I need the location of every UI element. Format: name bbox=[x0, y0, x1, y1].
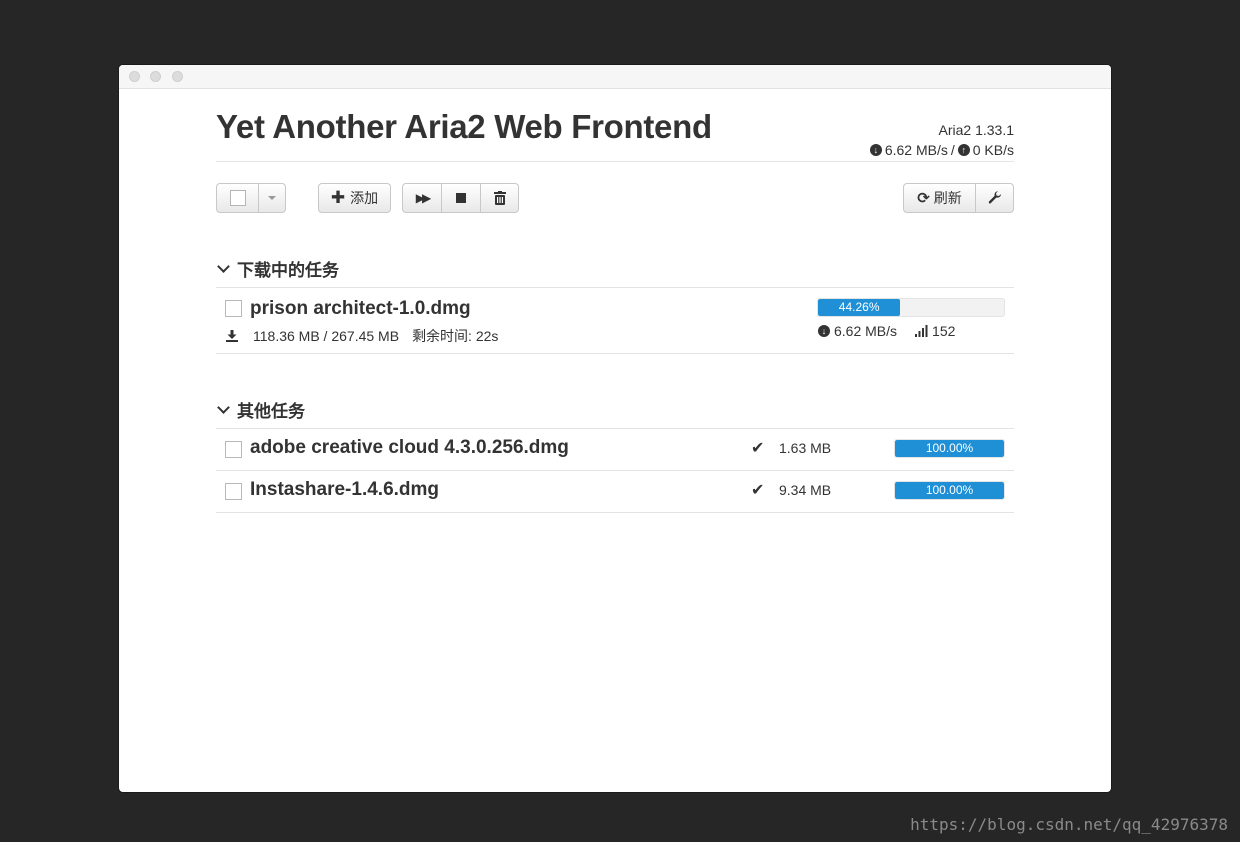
settings-button[interactable] bbox=[975, 184, 1013, 212]
add-task-button[interactable]: ✚ 添加 bbox=[319, 184, 390, 212]
toolbar: ✚ 添加 ▶▶ ⟳ 刷新 bbox=[216, 183, 1014, 215]
add-task-label: 添加 bbox=[350, 190, 379, 206]
minimize-window-button[interactable] bbox=[150, 71, 161, 82]
delete-button[interactable] bbox=[480, 184, 518, 212]
zoom-window-button[interactable] bbox=[172, 71, 183, 82]
download-icon bbox=[226, 330, 238, 342]
close-window-button[interactable] bbox=[129, 71, 140, 82]
task-actions-group: ▶▶ bbox=[402, 183, 519, 213]
task-checkbox[interactable] bbox=[225, 441, 242, 458]
speed-separator: / bbox=[950, 142, 955, 158]
watermark: https://blog.csdn.net/qq_42976378 bbox=[910, 815, 1228, 834]
refresh-icon: ⟳ bbox=[917, 190, 930, 207]
progress-label: 44.26% bbox=[838, 300, 880, 314]
resume-button[interactable]: ▶▶ bbox=[403, 184, 441, 212]
download-speed-icon: ↓ bbox=[869, 144, 882, 156]
select-all-button[interactable] bbox=[217, 184, 258, 212]
active-section-header[interactable]: 下载中的任务 bbox=[216, 257, 1014, 280]
task-row[interactable]: adobe creative cloud 4.3.0.256.dmg ✔ 1.6… bbox=[216, 429, 1014, 471]
task-progress-bar: 100.00% bbox=[894, 439, 1005, 458]
wrench-icon bbox=[988, 191, 1001, 204]
select-group bbox=[216, 183, 286, 213]
window-titlebar bbox=[119, 65, 1111, 89]
upload-speed-icon: ↑ bbox=[957, 144, 970, 156]
fast-forward-icon: ▶▶ bbox=[415, 191, 432, 205]
active-section-title: 下载中的任务 bbox=[237, 260, 339, 280]
page-header: Yet Another Aria2 Web Frontend Aria2 1.3… bbox=[216, 89, 1014, 162]
task-meta: 118.36 MB / 267.45 MB 剩余时间: 22s bbox=[226, 326, 498, 346]
task-stats: ↓ 6.62 MB/s 152 bbox=[818, 323, 955, 339]
complete-check-icon: ✔ bbox=[751, 440, 765, 457]
browser-window: Yet Another Aria2 Web Frontend Aria2 1.3… bbox=[119, 65, 1111, 792]
task-progress-bar: 100.00% bbox=[894, 481, 1005, 500]
task-size: 9.34 MB bbox=[779, 482, 832, 498]
task-checkbox[interactable] bbox=[225, 300, 242, 317]
task-checkbox[interactable] bbox=[225, 483, 242, 500]
complete-check-icon: ✔ bbox=[751, 482, 765, 499]
other-section-title: 其他任务 bbox=[237, 401, 305, 421]
plus-icon: ✚ bbox=[330, 188, 346, 207]
progress-label: 100.00% bbox=[925, 483, 974, 497]
progress-label: 100.00% bbox=[925, 441, 974, 455]
other-tasks-section: 其他任务 adobe creative cloud 4.3.0.256.dmg … bbox=[216, 398, 1014, 513]
task-connections: 152 bbox=[932, 323, 956, 339]
select-all-checkbox[interactable] bbox=[229, 190, 246, 206]
global-download-speed: 6.62 MB/s bbox=[884, 142, 948, 158]
refresh-button[interactable]: ⟳ 刷新 bbox=[904, 184, 975, 212]
pause-button[interactable] bbox=[441, 184, 480, 212]
task-name: Instashare-1.4.6.dmg bbox=[250, 479, 440, 500]
task-row[interactable]: prison architect-1.0.dmg 118.36 MB / 267… bbox=[216, 288, 1014, 354]
other-task-list: adobe creative cloud 4.3.0.256.dmg ✔ 1.6… bbox=[216, 428, 1014, 513]
task-speed: 6.62 MB/s bbox=[834, 323, 898, 339]
task-remaining-time: 剩余时间: 22s bbox=[412, 328, 499, 344]
chevron-down-icon bbox=[217, 259, 230, 273]
task-name: prison architect-1.0.dmg bbox=[250, 298, 471, 319]
chevron-down-icon bbox=[217, 400, 230, 414]
active-task-list: prison architect-1.0.dmg 118.36 MB / 267… bbox=[216, 287, 1014, 354]
aria2-version: Aria2 1.33.1 bbox=[938, 122, 1015, 138]
task-name: adobe creative cloud 4.3.0.256.dmg bbox=[250, 437, 569, 458]
global-speed: ↓ 6.62 MB/s / ↑ 0 KB/s bbox=[869, 142, 1014, 158]
main-content: Yet Another Aria2 Web Frontend Aria2 1.3… bbox=[216, 89, 1014, 513]
page-title: Yet Another Aria2 Web Frontend bbox=[216, 108, 712, 145]
task-row[interactable]: Instashare-1.4.6.dmg ✔ 9.34 MB 100.00% bbox=[216, 471, 1014, 513]
add-group: ✚ 添加 bbox=[318, 183, 391, 213]
global-upload-speed: 0 KB/s bbox=[972, 142, 1014, 158]
task-size: 1.63 MB bbox=[779, 440, 832, 456]
other-section-header[interactable]: 其他任务 bbox=[216, 398, 1014, 421]
signal-icon bbox=[915, 325, 928, 337]
settings-group: ⟳ 刷新 bbox=[903, 183, 1014, 213]
task-size: 118.36 MB / 267.45 MB bbox=[253, 328, 400, 344]
stop-icon bbox=[456, 193, 466, 203]
trash-icon bbox=[493, 191, 506, 205]
active-tasks-section: 下载中的任务 prison architect-1.0.dmg 118.36 M… bbox=[216, 257, 1014, 354]
select-dropdown-button[interactable] bbox=[258, 184, 285, 212]
speed-icon: ↓ bbox=[818, 325, 830, 337]
caret-down-icon bbox=[268, 196, 276, 200]
refresh-label: 刷新 bbox=[933, 190, 962, 206]
task-progress-bar: 44.26% bbox=[817, 298, 1005, 317]
